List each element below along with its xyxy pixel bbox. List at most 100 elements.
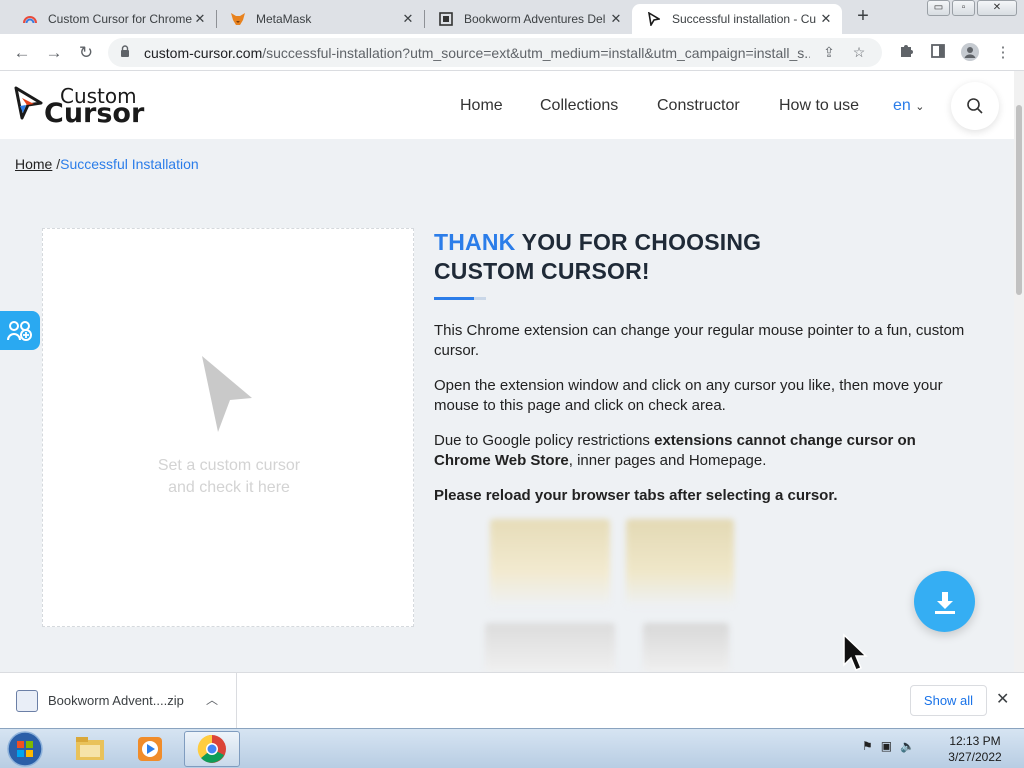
cursor-check-area[interactable]: Set a custom cursor and check it here <box>42 228 414 627</box>
blurred-image-2 <box>626 519 734 607</box>
taskbar-chrome[interactable] <box>184 731 240 767</box>
tab-strip: Custom Cursor for Chrome ✕ MetaMask ✕ Bo… <box>0 0 1024 34</box>
heading-accent-word: THANK <box>434 229 516 255</box>
logo-word-cursor: Cursor <box>44 98 145 129</box>
window-controls: ▭ ▫ ✕ <box>927 0 1019 16</box>
nav-how-to-use[interactable]: How to use <box>779 97 859 115</box>
search-button[interactable] <box>951 82 999 130</box>
url-path: /successful-installation?utm_source=ext&… <box>262 44 810 61</box>
kebab-menu-icon[interactable]: ⋮ <box>993 43 1013 63</box>
download-item[interactable]: Bookworm Advent....zip ︿ <box>0 673 237 728</box>
policy-paragraph: Due to Google policy restrictions extens… <box>434 431 974 471</box>
action-center-flag-icon[interactable]: ⚑ <box>862 739 873 753</box>
close-download-bar-icon[interactable]: ✕ <box>996 689 1009 709</box>
screen: Custom Cursor for Chrome ✕ MetaMask ✕ Bo… <box>0 0 1024 768</box>
tab-title: Custom Cursor for Chrome <box>48 12 192 26</box>
close-tab-icon[interactable]: ✕ <box>608 11 624 27</box>
profile-avatar-icon[interactable] <box>960 43 980 63</box>
url-host: custom-cursor.com <box>144 44 263 61</box>
forward-arrow-icon[interactable]: → <box>42 41 66 65</box>
download-icon <box>934 591 955 614</box>
thank-you-heading: THANK YOU FOR CHOOSING CUSTOM CURSOR! <box>434 228 761 286</box>
instructions-paragraph: Open the extension window and click on a… <box>434 377 943 414</box>
reload-notice: Please reload your browser tabs after se… <box>434 487 838 504</box>
restore-button[interactable]: ▫ <box>952 0 975 16</box>
close-tab-icon[interactable]: ✕ <box>192 11 208 27</box>
download-filename: Bookworm Advent....zip <box>48 693 184 708</box>
language-code: en <box>893 97 911 114</box>
close-tab-icon[interactable]: ✕ <box>818 11 834 27</box>
blurred-image-4 <box>643 623 729 672</box>
system-tray: ⚑ ▣ 🔈 <box>862 739 915 753</box>
taskbar-media-player[interactable] <box>122 731 178 767</box>
lock-icon <box>120 45 134 60</box>
film-icon <box>438 11 454 27</box>
side-panel-icon[interactable] <box>928 43 948 63</box>
hint-line-2: and check it here <box>168 479 290 496</box>
breadcrumb-home-link[interactable]: Home <box>15 156 52 172</box>
tab-title: Bookworm Adventures Del <box>464 12 606 26</box>
tab-bookworm[interactable]: Bookworm Adventures Del ✕ <box>424 4 632 34</box>
media-player-icon <box>138 737 162 761</box>
system-clock[interactable]: 12:13 PM 3/27/2022 <box>940 733 1010 765</box>
scrollbar-thumb[interactable] <box>1016 105 1022 295</box>
close-window-button[interactable]: ✕ <box>977 0 1017 16</box>
show-all-button[interactable]: Show all <box>910 685 987 716</box>
download-fab-button[interactable] <box>914 571 975 632</box>
volume-icon[interactable]: 🔈 <box>900 739 915 753</box>
heading-underline <box>434 297 474 300</box>
gray-cursor-icon <box>202 356 252 432</box>
download-bar: Bookworm Advent....zip ︿ Show all ✕ <box>0 672 1024 728</box>
heading-underline-tail <box>474 297 486 300</box>
nav-collections[interactable]: Collections <box>540 97 618 115</box>
web-page: Custom Cursor Home Collections Construct… <box>0 71 1014 672</box>
breadcrumb-current: Successful Installation <box>60 156 199 172</box>
reload-icon[interactable]: ↻ <box>74 41 98 65</box>
chrome-icon <box>197 734 226 763</box>
accessibility-widget-button[interactable] <box>0 311 40 350</box>
fox-icon <box>230 11 246 27</box>
site-header: Custom Cursor Home Collections Construct… <box>0 71 1014 139</box>
clock-time: 12:13 PM <box>949 734 1001 748</box>
start-button[interactable] <box>6 730 46 768</box>
windows-taskbar: ⚑ ▣ 🔈 12:13 PM 3/27/2022 <box>0 728 1024 768</box>
zip-file-icon <box>16 689 38 712</box>
network-icon[interactable]: ▣ <box>881 739 892 753</box>
blurred-image-1 <box>490 519 610 607</box>
tab-successful-installation[interactable]: Successful installation - Cu ✕ <box>632 4 842 34</box>
check-area-hint: Set a custom cursor and check it here <box>43 455 415 499</box>
taskbar-file-explorer[interactable] <box>62 731 118 767</box>
breadcrumb: Home /Successful Installation <box>15 156 199 172</box>
browser-toolbar: ← → ↻ custom-cursor.com/successful-insta… <box>0 34 1024 71</box>
page-scrollbar[interactable] <box>1014 71 1024 672</box>
language-selector[interactable]: en ⌄ <box>893 97 924 115</box>
new-tab-button[interactable]: + <box>852 6 874 28</box>
policy-text-end: , inner pages and Homepage. <box>568 452 767 469</box>
policy-text-start: Due to Google policy restrictions <box>434 432 655 449</box>
back-arrow-icon[interactable]: ← <box>10 41 34 65</box>
extensions-puzzle-icon[interactable] <box>896 43 916 63</box>
tab-custom-cursor[interactable]: Custom Cursor for Chrome ✕ <box>8 4 216 34</box>
cursor-favicon-icon <box>646 11 662 27</box>
people-icon <box>7 320 32 341</box>
nav-constructor[interactable]: Constructor <box>657 97 740 115</box>
hint-line-1: Set a custom cursor <box>157 457 301 474</box>
search-icon <box>967 98 983 114</box>
bookmark-star-icon[interactable]: ☆ <box>848 44 870 61</box>
intro-paragraph: This Chrome extension can change your re… <box>434 322 965 359</box>
share-icon[interactable]: ⇪ <box>818 44 840 61</box>
nav-home[interactable]: Home <box>460 97 503 115</box>
close-tab-icon[interactable]: ✕ <box>400 11 416 27</box>
tab-title: Successful installation - Cu <box>672 12 817 26</box>
folder-icon <box>76 737 104 760</box>
tab-title: MetaMask <box>256 12 312 26</box>
chevron-up-icon[interactable]: ︿ <box>206 691 218 708</box>
blurred-image-3 <box>485 623 615 672</box>
custom-cursor-logo[interactable]: Custom Cursor <box>14 83 144 129</box>
minimize-button[interactable]: ▭ <box>927 0 950 16</box>
tab-metamask[interactable]: MetaMask ✕ <box>216 4 424 34</box>
address-bar[interactable]: custom-cursor.com/successful-installatio… <box>108 38 882 67</box>
mouse-pointer-icon <box>843 633 868 671</box>
rainbow-icon <box>22 11 38 27</box>
chevron-down-icon: ⌄ <box>915 101 925 113</box>
